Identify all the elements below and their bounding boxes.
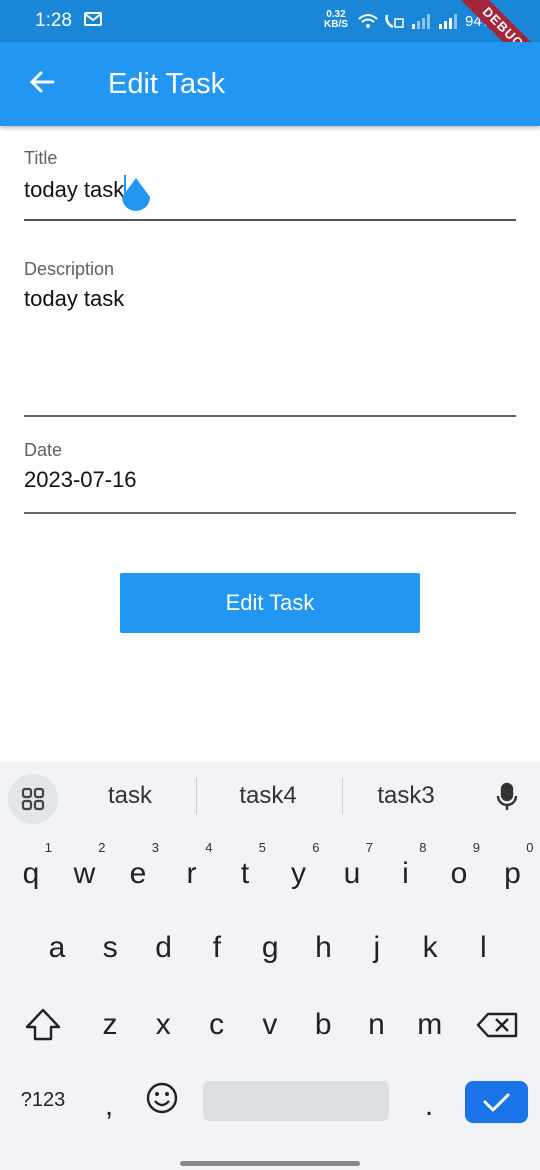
net-speed: 0.32 KB/S <box>324 9 348 30</box>
description-input[interactable]: today task <box>24 286 516 312</box>
key-o[interactable]: o9 <box>432 840 486 906</box>
suggestion-3[interactable]: task3 <box>346 782 466 810</box>
backspace-key[interactable] <box>470 993 526 1057</box>
key-u[interactable]: u7 <box>325 840 379 906</box>
key-e[interactable]: e3 <box>111 840 165 906</box>
space-key[interactable] <box>203 1081 389 1121</box>
status-bar: 1:28 0.32 KB/S 94% <box>0 0 540 42</box>
key-r[interactable]: r4 <box>165 840 219 906</box>
key-hint-number: 3 <box>151 840 159 855</box>
key-a[interactable]: a <box>30 916 84 980</box>
page-title: Edit Task <box>108 68 226 100</box>
key-k[interactable]: k <box>403 916 457 980</box>
key-t[interactable]: t5 <box>218 840 272 906</box>
key-q[interactable]: q1 <box>4 840 58 906</box>
keyboard: task task4 task3 q1w2e3r4t5y6u7i8o9p0 as… <box>0 762 540 1170</box>
key-hint-number: 6 <box>312 840 320 855</box>
shift-key[interactable] <box>16 993 70 1057</box>
key-l[interactable]: l <box>456 916 510 980</box>
signal-2-icon <box>439 14 457 29</box>
key-c[interactable]: c <box>190 993 244 1057</box>
symbols-key[interactable]: ?123 <box>8 1068 78 1132</box>
signal-1-icon <box>412 14 430 29</box>
key-n[interactable]: n <box>350 993 404 1057</box>
suggestion-bar: task task4 task3 <box>0 762 540 834</box>
key-hint-number: 2 <box>98 840 106 855</box>
key-h[interactable]: h <box>297 916 351 980</box>
suggestion-divider <box>342 778 343 814</box>
key-g[interactable]: g <box>243 916 297 980</box>
date-label: Date <box>24 440 63 460</box>
message-icon <box>84 12 102 31</box>
date-underline <box>24 512 516 514</box>
back-arrow-icon[interactable] <box>28 68 56 101</box>
key-hint-number: 0 <box>526 840 534 855</box>
title-label: Title <box>24 148 58 168</box>
period-key[interactable]: . <box>402 1074 456 1138</box>
date-input[interactable]: 2023-07-16 <box>24 467 516 493</box>
wifi-icon <box>358 14 378 28</box>
suggestion-1[interactable]: task <box>70 782 190 810</box>
description-field[interactable]: Description today task <box>24 259 516 419</box>
key-b[interactable]: b <box>296 993 350 1057</box>
apps-grid-icon[interactable] <box>8 774 58 824</box>
key-hint-number: 7 <box>365 840 373 855</box>
cursor-handle[interactable] <box>119 178 153 221</box>
key-y[interactable]: y6 <box>272 840 326 906</box>
key-z[interactable]: z <box>83 993 137 1057</box>
signal-icons <box>357 11 457 36</box>
emoji-key[interactable] <box>135 1068 189 1132</box>
key-d[interactable]: d <box>137 916 191 980</box>
app-bar: Edit Task <box>0 42 540 126</box>
key-hint-number: 4 <box>205 840 213 855</box>
key-hint-number: 1 <box>44 840 52 855</box>
enter-key[interactable] <box>465 1081 528 1123</box>
key-i[interactable]: i8 <box>379 840 433 906</box>
key-x[interactable]: x <box>136 993 190 1057</box>
key-hint-number: 5 <box>258 840 266 855</box>
title-underline <box>24 219 516 221</box>
key-s[interactable]: s <box>83 916 137 980</box>
checkmark-icon <box>483 1093 510 1112</box>
edit-task-button[interactable]: Edit Task <box>120 573 420 633</box>
key-w[interactable]: w2 <box>58 840 112 906</box>
key-hint-number: 9 <box>472 840 480 855</box>
suggestion-2[interactable]: task4 <box>208 782 328 810</box>
title-input[interactable]: today task <box>24 175 516 203</box>
key-v[interactable]: v <box>243 993 297 1057</box>
description-label: Description <box>24 259 115 279</box>
microphone-icon[interactable] <box>496 782 518 817</box>
key-m[interactable]: m <box>403 993 457 1057</box>
key-p[interactable]: p0 <box>486 840 540 906</box>
navigation-handle[interactable] <box>180 1161 360 1166</box>
description-underline <box>24 415 516 417</box>
key-hint-number: 8 <box>419 840 427 855</box>
suggestion-divider <box>196 778 197 814</box>
title-field[interactable]: Title today task <box>24 148 516 224</box>
key-f[interactable]: f <box>190 916 244 980</box>
date-field[interactable]: Date 2023-07-16 <box>24 440 516 516</box>
key-j[interactable]: j <box>350 916 404 980</box>
status-time: 1:28 <box>35 10 72 31</box>
comma-key[interactable]: , <box>82 1074 136 1138</box>
call-icon <box>385 14 404 29</box>
